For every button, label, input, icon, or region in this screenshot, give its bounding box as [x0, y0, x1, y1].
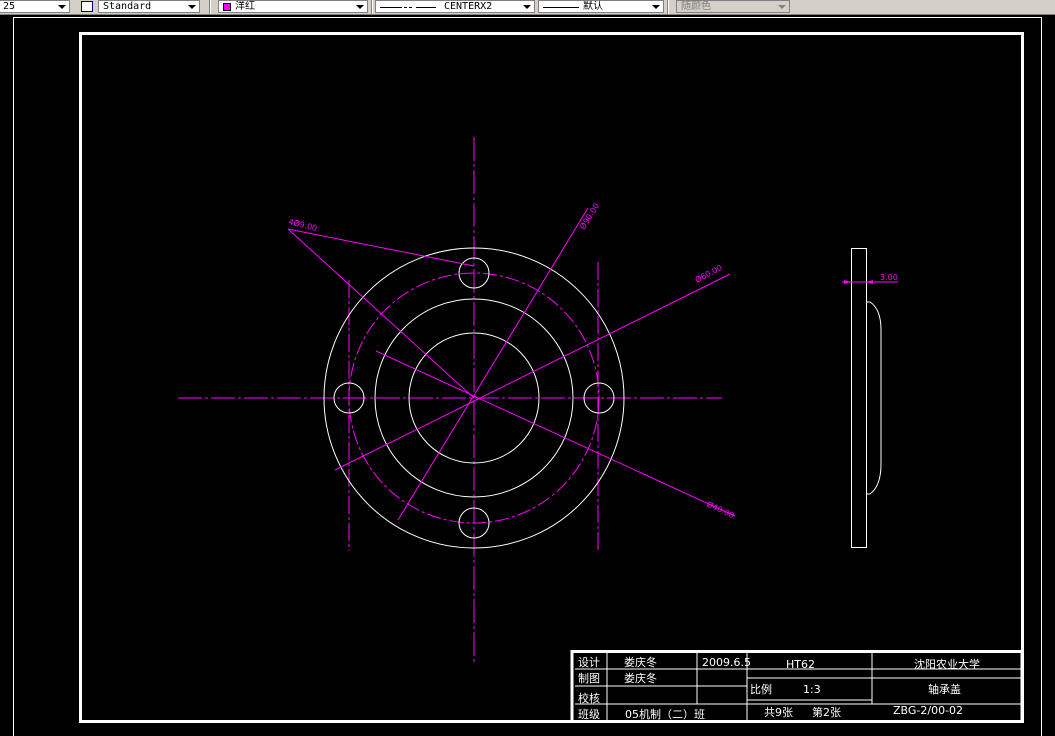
sheet-number: 第2张	[812, 705, 841, 719]
lineweight-preview	[543, 7, 579, 8]
dim-line-hole-extension	[287, 228, 475, 267]
linetype-dropdown[interactable]: CENTERX2	[375, 0, 535, 13]
outer-dim-label: Ø60.00	[693, 262, 723, 285]
hole-dim-label: 4Ø9.00	[288, 216, 319, 233]
scale-value: 1:3	[803, 683, 821, 696]
linetype-value: CENTERX2	[444, 1, 493, 12]
text-style-icon[interactable]	[81, 1, 93, 12]
color-swatch	[223, 3, 231, 11]
inner-dim-label: Ø40.00	[705, 499, 736, 520]
lineweight-value: 默认	[583, 1, 603, 12]
lineweight-scale-value: 25	[3, 1, 16, 12]
drafter-label: 制图	[578, 672, 600, 685]
side-boss	[866, 301, 882, 495]
side-plate	[851, 248, 867, 548]
side-view: 3.00	[842, 248, 898, 548]
checker-label: 校核	[578, 691, 600, 705]
total-sheets: 共9张	[764, 706, 793, 719]
drafter-name: 娄庆冬	[624, 671, 657, 685]
dim-arrow-right	[866, 280, 873, 284]
color-dropdown[interactable]: 洋红	[218, 0, 368, 13]
chevron-down-icon	[356, 5, 364, 9]
dim-line-pitch	[397, 207, 589, 521]
designer-name: 娄庆冬	[624, 655, 657, 669]
plotstyle-value: 随颜色	[681, 1, 711, 12]
class-value: 05机制（二）班	[625, 707, 705, 721]
drawing-canvas[interactable]: 4Ø9.00 Ø90.00 Ø60.00 Ø40.00 3.00 设计 娄庆冬 …	[0, 15, 1055, 736]
dimension-labels: 4Ø9.00 Ø90.00 Ø60.00 Ø40.00	[288, 201, 736, 520]
designer-label: 设计	[578, 656, 600, 669]
toolbar-separator	[667, 0, 669, 14]
linetype-preview	[404, 7, 412, 8]
school-name: 沈阳农业大学	[914, 657, 980, 671]
text-style-dropdown[interactable]: Standard	[98, 0, 200, 13]
chevron-down-icon	[652, 5, 660, 9]
design-date: 2009.6.5	[702, 656, 751, 669]
thickness-dim-label: 3.00	[880, 273, 898, 282]
properties-toolbar: 25 Standard 洋红 CENTERX2 默认 随颜色	[0, 0, 1055, 15]
chevron-down-icon	[58, 5, 66, 9]
lineweight-scale-dropdown[interactable]: 25	[0, 0, 70, 13]
drawing-number: ZBG-2/00-02	[893, 704, 963, 717]
material-value: HT62	[786, 658, 815, 671]
front-view	[178, 137, 736, 664]
part-name: 轴承盖	[928, 682, 961, 696]
lineweight-dropdown[interactable]: 默认	[538, 0, 664, 13]
dim-line-outer	[334, 273, 731, 471]
toolbar-separator	[209, 0, 211, 14]
linetype-preview	[416, 7, 436, 8]
linetype-preview	[380, 7, 402, 8]
class-label: 班级	[578, 708, 600, 721]
title-block-text: 设计 娄庆冬 2009.6.5 制图 娄庆冬 HT62 沈阳农业大学 校核 比例…	[578, 655, 980, 721]
dim-line-hole	[287, 228, 475, 399]
toolbar-separator	[371, 0, 373, 14]
dim-line-inner	[375, 350, 736, 517]
dim-arrow-left	[844, 280, 851, 284]
chevron-down-icon	[188, 5, 196, 9]
pitch-dim-label: Ø90.00	[577, 201, 601, 231]
text-style-value: Standard	[103, 1, 152, 12]
chevron-down-icon	[523, 5, 531, 9]
color-value: 洋红	[235, 1, 255, 12]
chevron-down-icon	[778, 5, 786, 9]
scale-label: 比例	[750, 682, 772, 696]
plotstyle-dropdown: 随颜色	[676, 0, 790, 13]
